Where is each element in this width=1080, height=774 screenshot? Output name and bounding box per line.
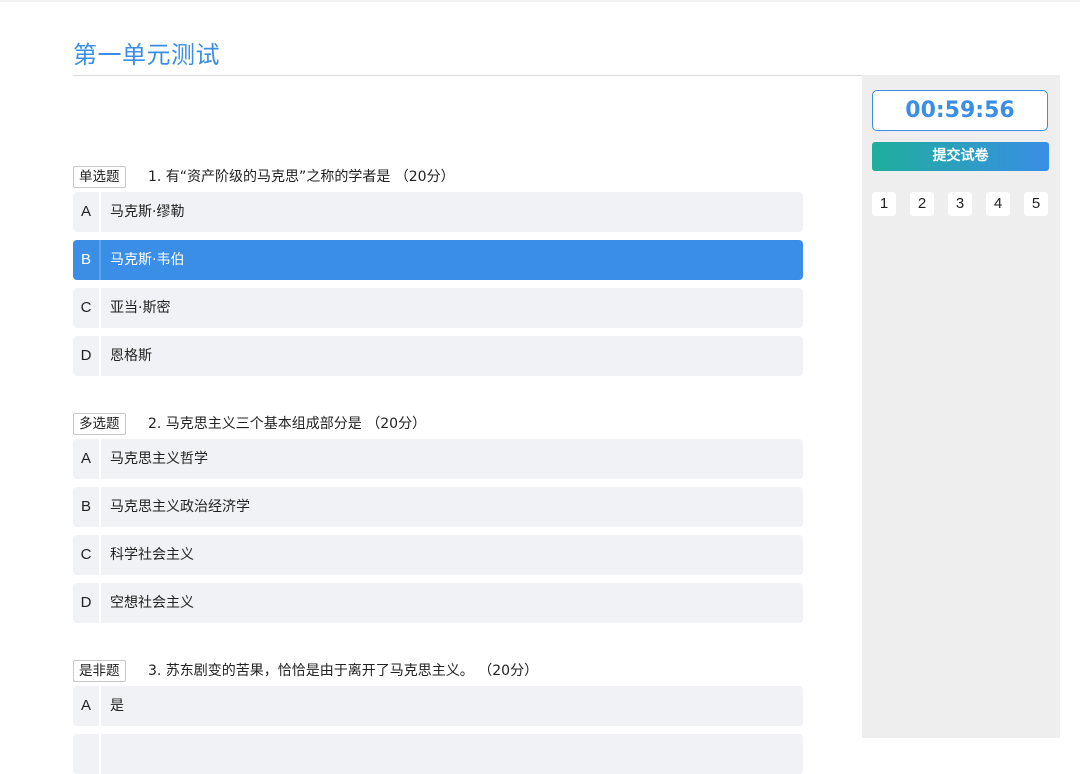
option-d[interactable]: D 恩格斯 xyxy=(73,336,803,376)
option-a[interactable]: A 是 xyxy=(73,686,803,726)
question-nav-1[interactable]: 1 xyxy=(872,192,896,216)
option-b[interactable]: B 马克斯·韦伯 xyxy=(73,240,803,280)
option-label: 马克思主义政治经济学 xyxy=(110,499,250,515)
option-divider xyxy=(99,535,101,575)
option-divider xyxy=(99,240,101,280)
question-nav-5[interactable]: 5 xyxy=(1024,192,1048,216)
question-nav-4[interactable]: 4 xyxy=(986,192,1010,216)
top-border xyxy=(0,0,1080,2)
question-type-badge: 单选题 xyxy=(73,166,126,188)
exam-sidebar: 00:59:56 提交试卷 1 2 3 4 5 xyxy=(862,75,1060,738)
question-nav-2[interactable]: 2 xyxy=(910,192,934,216)
option-letter: A xyxy=(80,203,91,220)
question-nav-3[interactable]: 3 xyxy=(948,192,972,216)
question-type-badge: 是非题 xyxy=(73,660,126,682)
option-label: 是 xyxy=(110,698,124,714)
title-divider xyxy=(73,75,863,76)
question-header: 多选题 2. 马克思主义三个基本组成部分是 （20分） xyxy=(73,413,803,437)
option-letter: B xyxy=(80,251,91,268)
question-3: 是非题 3. 苏东剧变的苦果，恰恰是由于离开了马克思主义。 （20分） A 是 xyxy=(73,660,803,774)
question-text: 1. 有“资产阶级的马克思”之称的学者是 （20分） xyxy=(148,169,455,185)
option-b[interactable]: B 马克思主义政治经济学 xyxy=(73,487,803,527)
question-header: 单选题 1. 有“资产阶级的马克思”之称的学者是 （20分） xyxy=(73,166,803,190)
option-letter: C xyxy=(80,546,92,563)
option-label: 空想社会主义 xyxy=(110,595,194,611)
option-label: 恩格斯 xyxy=(110,348,152,364)
option-letter: C xyxy=(80,299,92,316)
option-d[interactable]: D 空想社会主义 xyxy=(73,583,803,623)
question-2: 多选题 2. 马克思主义三个基本组成部分是 （20分） A 马克思主义哲学 B … xyxy=(73,413,803,623)
option-label: 亚当·斯密 xyxy=(110,300,171,316)
option-divider xyxy=(99,336,101,376)
question-header: 是非题 3. 苏东剧变的苦果，恰恰是由于离开了马克思主义。 （20分） xyxy=(73,660,803,684)
option-b[interactable] xyxy=(73,734,803,774)
question-type-badge: 多选题 xyxy=(73,413,126,435)
question-1: 单选题 1. 有“资产阶级的马克思”之称的学者是 （20分） A 马克斯·缪勒 … xyxy=(73,166,803,376)
option-label: 马克斯·韦伯 xyxy=(110,252,185,268)
option-a[interactable]: A 马克思主义哲学 xyxy=(73,439,803,479)
option-divider xyxy=(99,734,101,774)
countdown-timer: 00:59:56 xyxy=(872,90,1048,131)
option-divider xyxy=(99,192,101,232)
question-text: 2. 马克思主义三个基本组成部分是 （20分） xyxy=(148,416,427,432)
option-divider xyxy=(99,686,101,726)
option-letter: A xyxy=(80,697,91,714)
option-divider xyxy=(99,583,101,623)
option-letter: A xyxy=(80,450,91,467)
option-label: 科学社会主义 xyxy=(110,547,194,563)
page-title: 第一单元测试 xyxy=(73,41,220,69)
option-divider xyxy=(99,439,101,479)
submit-exam-button[interactable]: 提交试卷 xyxy=(872,142,1049,171)
question-navigator: 1 2 3 4 5 xyxy=(872,192,1052,216)
option-c[interactable]: C 科学社会主义 xyxy=(73,535,803,575)
option-a[interactable]: A 马克斯·缪勒 xyxy=(73,192,803,232)
option-letter: D xyxy=(80,347,92,364)
option-label: 马克斯·缪勒 xyxy=(110,204,185,220)
option-label: 马克思主义哲学 xyxy=(110,451,208,467)
option-letter: D xyxy=(80,594,92,611)
option-divider xyxy=(99,288,101,328)
option-c[interactable]: C 亚当·斯密 xyxy=(73,288,803,328)
question-text: 3. 苏东剧变的苦果，恰恰是由于离开了马克思主义。 （20分） xyxy=(148,663,539,679)
option-divider xyxy=(99,487,101,527)
option-letter: B xyxy=(80,498,91,515)
